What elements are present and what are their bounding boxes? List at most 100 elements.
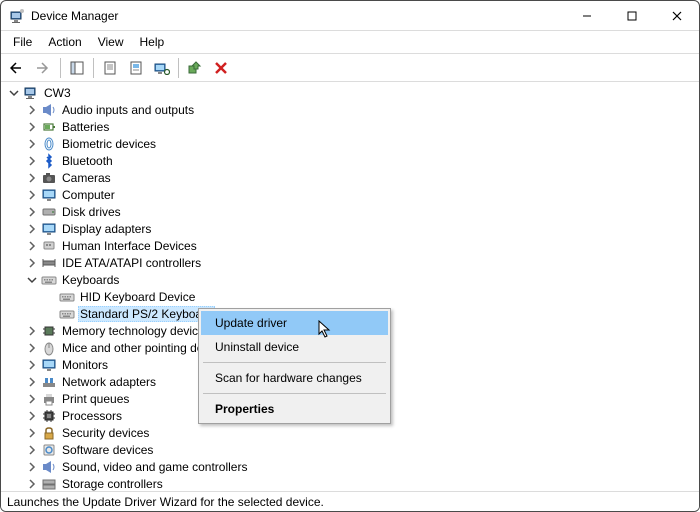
tree-root-label: CW3 [42,86,73,100]
printer-icon [41,391,57,407]
category-label: Cameras [60,171,113,185]
show-hide-button[interactable] [65,56,89,80]
app-icon [9,8,25,24]
tree-category[interactable]: Computer [3,186,699,203]
properties-toolbar-button[interactable] [98,56,122,80]
tree-category[interactable]: Storage controllers [3,475,699,491]
menubar: File Action View Help [1,31,699,54]
context-menu: Update driver Uninstall device Scan for … [198,308,391,424]
scan-hardware-button[interactable] [150,56,174,80]
tree-category[interactable]: Display adapters [3,220,699,237]
category-label: Software devices [60,443,155,457]
chip-icon [41,323,57,339]
chevron-right-icon[interactable] [25,393,39,405]
chevron-right-icon[interactable] [25,155,39,167]
monitor-icon [41,187,57,203]
category-label: Biometric devices [60,137,158,151]
computer-icon [23,85,39,101]
titlebar: Device Manager [1,1,699,31]
ide-icon [41,255,57,271]
hid-icon [41,238,57,254]
battery-icon [41,119,57,135]
context-scan-hardware[interactable]: Scan for hardware changes [201,366,388,390]
speaker-icon [41,102,57,118]
tree-category[interactable]: Keyboards [3,271,699,288]
tree-category[interactable]: Sound, video and game controllers [3,458,699,475]
chevron-right-icon[interactable] [25,104,39,116]
device-label: Standard PS/2 Keyboard [78,306,215,322]
chevron-down-icon[interactable] [25,274,39,286]
chevron-right-icon[interactable] [25,121,39,133]
keyboard-icon [41,272,57,288]
monitor-icon [41,221,57,237]
menu-view[interactable]: View [90,33,132,51]
chevron-right-icon[interactable] [25,376,39,388]
tree-category[interactable]: Audio inputs and outputs [3,101,699,118]
minimize-button[interactable] [564,1,609,30]
chevron-right-icon[interactable] [25,240,39,252]
category-label: Memory technology devices [60,324,213,338]
menu-help[interactable]: Help [132,33,173,51]
category-label: Disk drives [60,205,123,219]
category-label: Display adapters [60,222,153,236]
statusbar: Launches the Update Driver Wizard for th… [1,491,699,511]
chevron-right-icon[interactable] [25,461,39,473]
chevron-right-icon[interactable] [25,172,39,184]
chevron-right-icon[interactable] [25,325,39,337]
update-driver-toolbar-button[interactable] [124,56,148,80]
tree-category[interactable]: Security devices [3,424,699,441]
disable-toolbar-button[interactable] [209,56,233,80]
tree-category[interactable]: Disk drives [3,203,699,220]
device-label: HID Keyboard Device [78,290,197,304]
chevron-right-icon[interactable] [25,444,39,456]
chevron-right-icon[interactable] [25,342,39,354]
device-tree[interactable]: CW3 Audio inputs and outputsBatteries Bio… [1,82,699,491]
chevron-right-icon[interactable] [25,478,39,490]
back-button[interactable] [6,56,30,80]
disk-icon [41,204,57,220]
chevron-right-icon[interactable] [25,138,39,150]
context-update-driver[interactable]: Update driver [201,311,388,335]
category-label: Storage controllers [60,477,165,491]
status-text: Launches the Update Driver Wizard for th… [7,495,324,509]
chevron-right-icon[interactable] [25,223,39,235]
soft-icon [41,442,57,458]
category-label: Monitors [60,358,110,372]
keyboard-icon [59,289,75,305]
close-button[interactable] [654,1,699,30]
chevron-right-icon[interactable] [25,206,39,218]
monitor-icon [41,357,57,373]
tree-category[interactable]: Cameras [3,169,699,186]
context-separator [203,393,386,394]
category-label: Human Interface Devices [60,239,199,253]
menu-action[interactable]: Action [40,33,89,51]
context-separator [203,362,386,363]
tree-device[interactable]: HID Keyboard Device [3,288,699,305]
category-label: Print queues [60,392,131,406]
mouse-icon [41,340,57,356]
chevron-right-icon[interactable] [25,257,39,269]
chevron-right-icon[interactable] [25,189,39,201]
uninstall-toolbar-button[interactable] [183,56,207,80]
context-properties[interactable]: Properties [201,397,388,421]
category-label: Network adapters [60,375,158,389]
tree-category[interactable]: Software devices [3,441,699,458]
tree-category[interactable]: Batteries [3,118,699,135]
chevron-right-icon[interactable] [25,410,39,422]
tree-category[interactable]: IDE ATA/ATAPI controllers [3,254,699,271]
toolbar [1,54,699,82]
context-uninstall-device[interactable]: Uninstall device [201,335,388,359]
tree-category[interactable]: Biometric devices [3,135,699,152]
chevron-right-icon[interactable] [25,427,39,439]
tree-root[interactable]: CW3 [3,84,699,101]
chevron-down-icon[interactable] [7,87,21,99]
menu-file[interactable]: File [5,33,40,51]
tree-category[interactable]: Bluetooth [3,152,699,169]
forward-button[interactable] [32,56,56,80]
tree-category[interactable]: Human Interface Devices [3,237,699,254]
device-manager-window: Device Manager File Action View Help C [0,0,700,512]
net-icon [41,374,57,390]
chevron-right-icon[interactable] [25,359,39,371]
category-label: Security devices [60,426,151,440]
maximize-button[interactable] [609,1,654,30]
